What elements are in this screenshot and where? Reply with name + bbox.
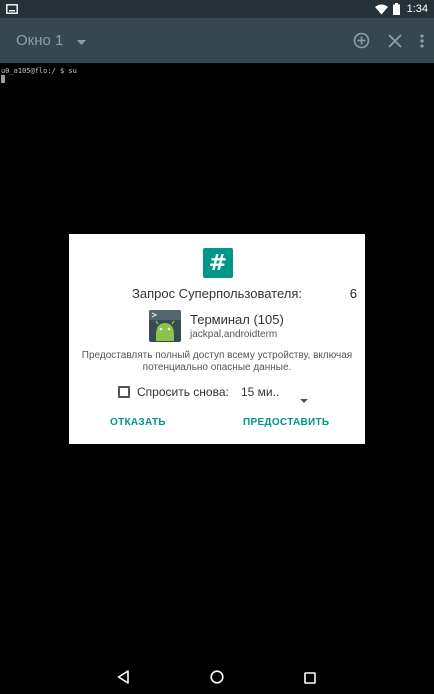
ask-again-option[interactable]: Спросить снова: [118,384,229,400]
add-window-icon[interactable] [353,32,370,49]
request-countdown: 6 [349,286,357,301]
overflow-menu-icon[interactable] [420,33,424,48]
superuser-hash-icon: # [203,248,233,278]
recents-icon[interactable] [304,671,316,689]
duration-dropdown-icon[interactable] [300,390,308,408]
app-name: Терминал (105) [190,312,284,327]
back-icon[interactable] [117,670,129,689]
ask-again-label: Спросить снова: [137,385,229,399]
dropdown-arrow-icon [77,32,87,50]
toolbar: Окно 1 [0,18,434,63]
battery-icon [392,3,400,15]
window-title: Окно 1 [16,32,64,49]
deny-button[interactable]: ОТКАЗАТЬ [110,417,166,428]
grant-button[interactable]: ПРЕДОСТАВИТЬ [243,417,329,428]
duration-value: 15 ми.. [241,385,280,399]
app-package: jackpal.androidterm [190,329,278,340]
close-window-icon[interactable] [388,33,402,48]
status-clock: 1:34 [406,3,428,15]
ask-again-checkbox[interactable] [118,386,130,398]
dialog-description: Предоставлять полный доступ всему устрой… [81,350,353,373]
window-selector[interactable]: Окно 1 [16,32,87,50]
terminal-cursor [1,75,5,83]
superuser-request-dialog: # Запрос Суперпользователя: 6 Терминал (… [69,234,365,444]
screen: 1:34 Окно 1 u0_a105@flo:/ $ su # Запрос … [0,0,434,694]
dialog-title: Запрос Суперпользователя: [131,286,302,301]
home-icon[interactable] [210,670,224,689]
terminal-prompt-line: u0_a105@flo:/ $ su [1,67,77,75]
requesting-app: Терминал (105) jackpal.androidterm [148,308,284,344]
status-bar: 1:34 [0,0,434,18]
android-terminal-app-icon [148,309,182,343]
screen-icon [6,4,18,14]
wifi-icon [374,4,388,15]
